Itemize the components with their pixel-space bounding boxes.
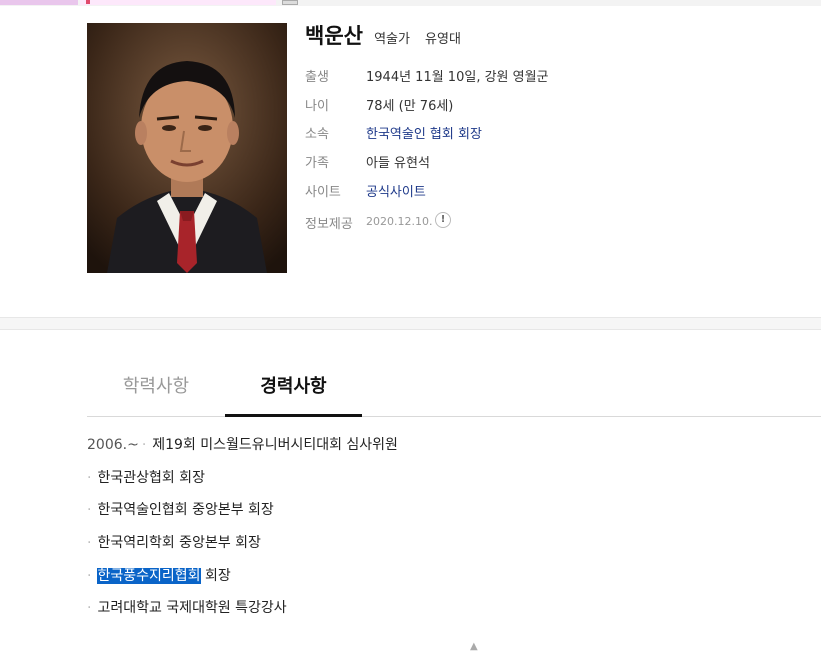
official-site-link[interactable]: 공식사이트	[366, 181, 426, 200]
section-divider	[0, 317, 821, 330]
tab-strip-segment	[0, 0, 78, 5]
tab-education[interactable]: 학력사항	[87, 357, 225, 417]
career-item: · 한국관상협회 회장	[87, 467, 205, 487]
career-item: · 한국풍수지리협회 회장	[87, 565, 231, 585]
affiliation-link[interactable]: 한국역술인 협회 회장	[366, 123, 482, 142]
career-period: 2006.~	[87, 437, 139, 453]
career-text: 한국관상협회 회장	[97, 470, 205, 486]
tab-strip-segment	[80, 0, 276, 5]
career-item: · 한국역술인협회 중앙본부 회장	[87, 499, 274, 519]
info-label: 정보제공	[305, 217, 353, 232]
person-occupation: 역술가	[374, 32, 410, 47]
report-icon[interactable]: !	[435, 212, 451, 228]
selected-text[interactable]: 한국풍수지리협회	[97, 568, 201, 584]
browser-tab-strip	[0, 0, 821, 6]
person-alias: 유영대	[425, 32, 461, 47]
info-value: 78세 (만 76세)	[366, 99, 454, 114]
profile-header: 백운산 역술가 유영대	[305, 20, 461, 48]
chevron-up-icon[interactable]: ▲	[470, 641, 478, 652]
career-text: 회장	[200, 568, 231, 584]
tab-career[interactable]: 경력사항	[225, 357, 362, 417]
info-value: 아들 유현석	[366, 156, 430, 171]
bullet-dot: ·	[87, 502, 92, 518]
info-label: 소속	[305, 127, 329, 142]
info-label: 출생	[305, 70, 329, 85]
bullet-dot: ·	[87, 470, 92, 486]
bullet-dot: ·	[141, 437, 147, 453]
career-text: 한국역술인협회 중앙본부 회장	[97, 502, 274, 518]
info-label: 나이	[305, 99, 329, 114]
info-label: 사이트	[305, 185, 341, 200]
bullet-dot: ·	[87, 535, 92, 551]
career-item: · 고려대학교 국제대학원 특강강사	[87, 597, 287, 617]
bullet-dot: ·	[87, 568, 92, 584]
career-item: 2006.~ · 제19회 미스월드유니버시티대회 심사위원	[87, 434, 398, 454]
tab-bar: 학력사항 경력사항	[87, 357, 821, 417]
career-text: 한국역리학회 중앙본부 회장	[97, 535, 261, 551]
tab-strip-button[interactable]	[282, 0, 298, 5]
info-date: 2020.12.10.	[366, 215, 433, 228]
bullet-dot: ·	[87, 600, 92, 616]
career-text: 고려대학교 국제대학원 특강강사	[97, 600, 287, 616]
profile-photo[interactable]	[87, 23, 287, 273]
person-name: 백운산	[305, 24, 363, 48]
info-value: 1944년 11월 10일, 강원 영월군	[366, 70, 549, 85]
career-text: 제19회 미스월드유니버시티대회 심사위원	[152, 437, 398, 453]
career-item: · 한국역리학회 중앙본부 회장	[87, 532, 261, 552]
info-label: 가족	[305, 156, 329, 171]
portrait-image	[87, 23, 287, 273]
tab-favicon	[86, 0, 90, 4]
